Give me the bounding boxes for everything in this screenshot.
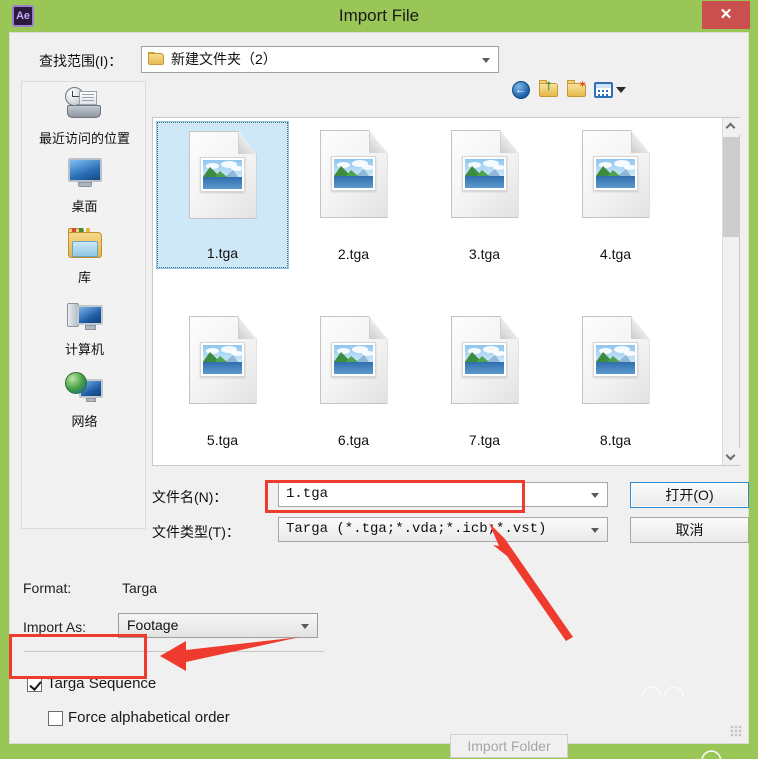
import-as-label: Import As: — [23, 619, 87, 635]
list-item[interactable]: 2.tga — [288, 122, 419, 268]
file-name-input[interactable]: 1.tga — [278, 482, 608, 507]
list-item[interactable]: 7.tga — [419, 308, 550, 454]
library-icon — [63, 225, 107, 265]
file-name: 1.tga — [206, 245, 239, 261]
file-name: 4.tga — [599, 246, 632, 262]
folder-icon — [148, 52, 165, 66]
scroll-down-icon[interactable] — [723, 448, 740, 465]
file-name: 8.tga — [599, 432, 632, 448]
checkbox-unchecked-icon — [48, 711, 63, 726]
file-name: 6.tga — [337, 432, 370, 448]
close-icon[interactable]: ✕ — [702, 1, 750, 29]
format-value: Targa — [122, 580, 158, 596]
resize-grip[interactable] — [730, 725, 742, 737]
dialog-body: 查找范围(I)： 新建文件夹（2） ← ↑ ✶ 最近访问的位置 桌面 库 计算机… — [9, 32, 749, 759]
sidebar-item-desktop[interactable]: 桌面 — [22, 154, 147, 215]
checkbox-checked-icon — [27, 677, 42, 692]
import-folder-button[interactable]: Import Folder — [450, 734, 568, 758]
look-in-label: 查找范围(I)： — [39, 53, 123, 69]
sidebar-item-label: 桌面 — [71, 199, 98, 214]
sidebar-item-network[interactable]: 网络 — [22, 369, 147, 430]
tga-file-icon — [450, 316, 519, 404]
window-title: Import File — [338, 6, 420, 25]
list-item[interactable]: 1.tga — [156, 121, 289, 269]
import-as-dropdown[interactable]: Footage — [118, 613, 318, 638]
desktop-icon — [63, 154, 107, 194]
tga-file-icon — [188, 316, 257, 404]
views-icon[interactable] — [594, 79, 628, 101]
sidebar-item-computer[interactable]: 计算机 — [22, 297, 147, 358]
tga-file-icon — [450, 130, 519, 218]
chevron-down-icon — [482, 57, 490, 63]
list-item[interactable]: 5.tga — [157, 308, 288, 454]
tga-file-icon — [188, 131, 257, 219]
up-folder-icon[interactable]: ↑ — [538, 78, 560, 101]
recent-places-icon — [63, 86, 107, 126]
tga-file-icon — [319, 316, 388, 404]
import-as-value: Footage — [127, 617, 179, 633]
new-folder-icon[interactable]: ✶ — [566, 79, 588, 101]
file-name: 7.tga — [468, 432, 501, 448]
tga-file-icon — [581, 130, 650, 218]
sidebar-item-recent[interactable]: 最近访问的位置 — [22, 86, 147, 147]
sidebar-item-label: 网络 — [71, 414, 98, 429]
sidebar-item-library[interactable]: 库 — [22, 225, 147, 286]
scroll-up-icon[interactable] — [723, 118, 740, 135]
decorative-mark: ◠ — [700, 743, 723, 759]
file-list: 1.tga 2.tga 3.tga 4.tga 5.tga 6.tga 7.tg… — [152, 117, 740, 466]
open-button[interactable]: 打开(O) — [630, 482, 749, 508]
chevron-down-icon[interactable] — [301, 623, 309, 629]
title-bar: Ae Import File ✕ — [0, 0, 758, 31]
chevron-down-icon[interactable] — [591, 492, 599, 498]
tga-file-icon — [319, 130, 388, 218]
targa-sequence-label: Targa Sequence — [47, 675, 157, 692]
chevron-down-icon[interactable] — [591, 527, 599, 533]
sidebar-item-label: 最近访问的位置 — [38, 131, 130, 146]
section-divider — [24, 651, 324, 652]
file-type-dropdown[interactable]: Targa (*.tga;*.vda;*.icb;*.vst) — [278, 517, 608, 542]
computer-icon — [63, 297, 107, 337]
cancel-button[interactable]: 取消 — [630, 517, 749, 543]
tga-file-icon — [581, 316, 650, 404]
file-name: 3.tga — [468, 246, 501, 262]
file-name-label: 文件名(N)： — [152, 489, 228, 505]
places-sidebar: 最近访问的位置 桌面 库 计算机 网络 — [21, 81, 146, 529]
list-item[interactable]: 8.tga — [550, 308, 681, 454]
list-item[interactable]: 6.tga — [288, 308, 419, 454]
list-item[interactable]: 3.tga — [419, 122, 550, 268]
file-name: 2.tga — [337, 246, 370, 262]
back-icon[interactable]: ← — [510, 79, 532, 101]
file-name: 5.tga — [206, 432, 239, 448]
look-in-value: 新建文件夹（2） — [171, 51, 277, 67]
vertical-scrollbar[interactable] — [722, 118, 740, 465]
file-type-label: 文件类型(T)： — [152, 524, 240, 540]
scrollbar-thumb[interactable] — [723, 137, 740, 237]
network-icon — [63, 369, 107, 409]
look-in-combobox[interactable]: 新建文件夹（2） — [141, 46, 499, 73]
decorative-mark: ◠◠ — [640, 679, 686, 709]
file-name-value: 1.tga — [286, 486, 329, 502]
format-label: Format: — [23, 580, 72, 596]
list-item[interactable]: 4.tga — [550, 122, 681, 268]
sidebar-item-label: 库 — [77, 270, 91, 285]
force-alphabetical-label: Force alphabetical order — [68, 709, 230, 726]
import-file-window: Ae Import File ✕ 查找范围(I)： 新建文件夹（2） ← ↑ ✶ — [0, 0, 758, 759]
file-type-value: Targa (*.tga;*.vda;*.icb;*.vst) — [286, 521, 547, 537]
sidebar-item-label: 计算机 — [64, 342, 104, 357]
